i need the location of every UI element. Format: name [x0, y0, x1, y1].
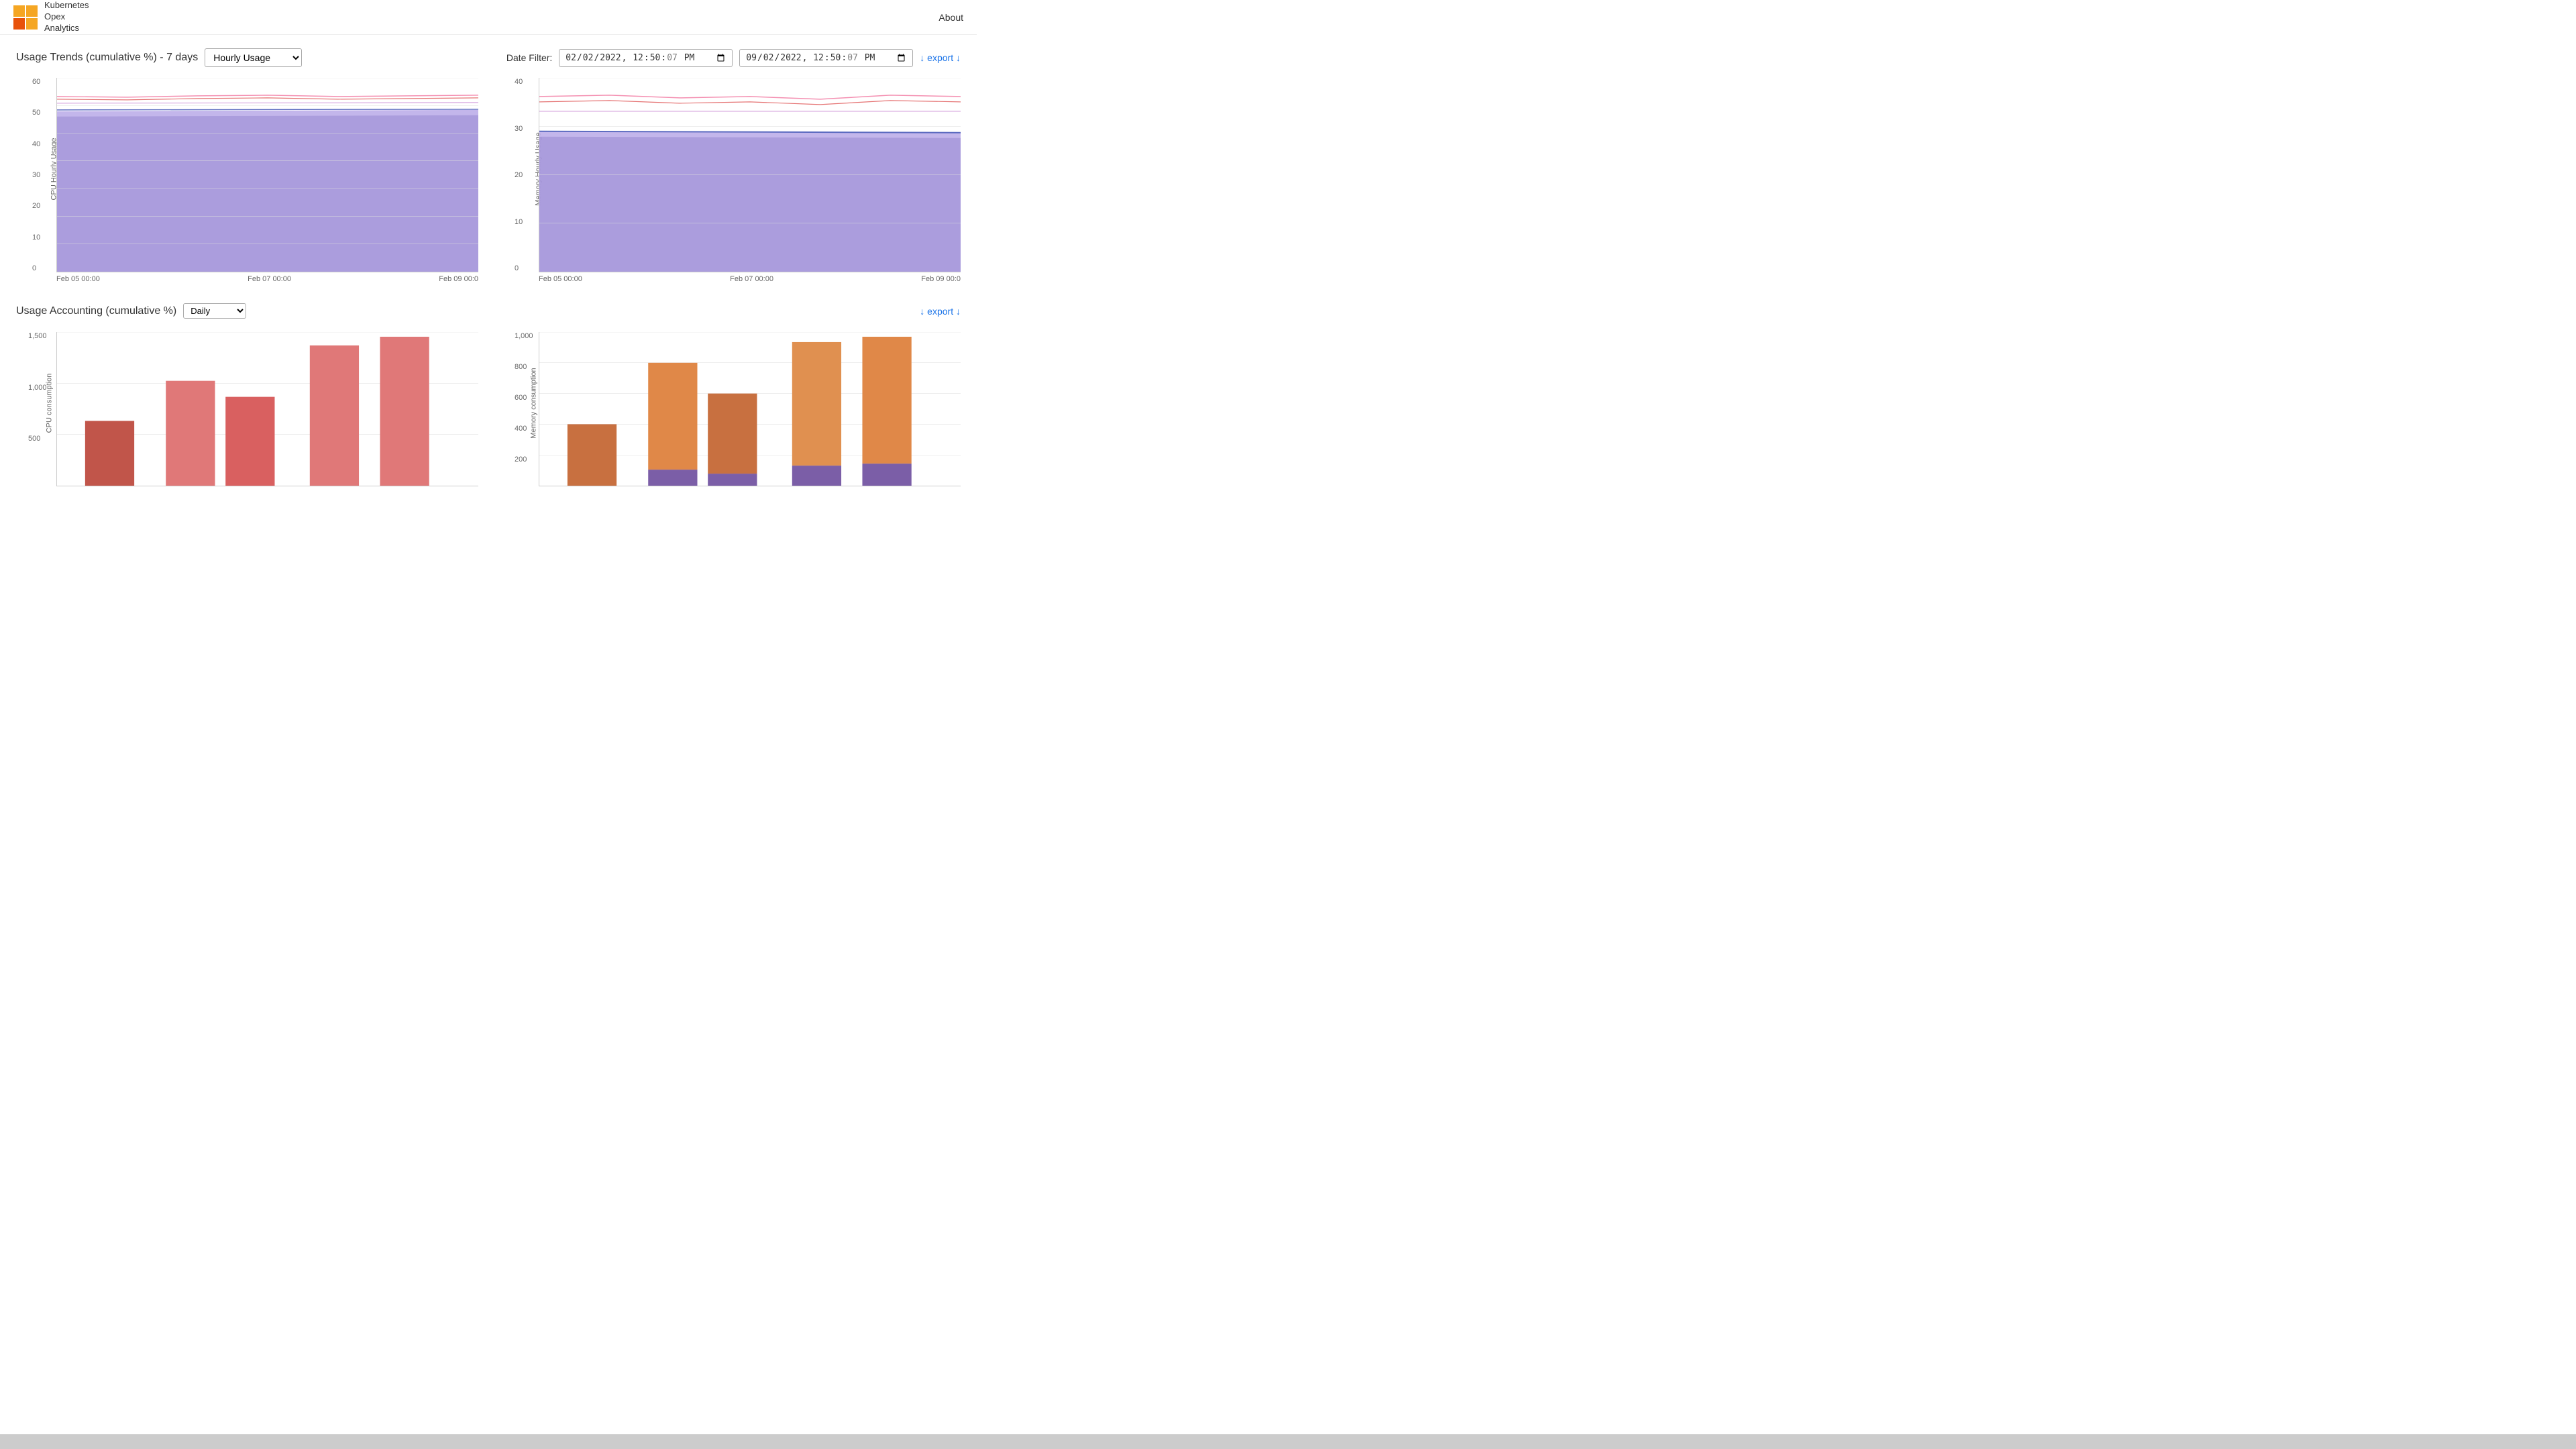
cpu-bar-chart-container: CPU consumption 1,500 1,000 500: [56, 332, 478, 486]
logo-icon: [13, 5, 38, 30]
mem-y-tick-20: 20: [515, 171, 523, 179]
cpu-chart-svg: [57, 78, 478, 272]
section1-export-link[interactable]: ↓ export ↓: [920, 52, 961, 63]
cpu-chart-area: [56, 78, 478, 272]
memory-chart-area: [539, 78, 961, 272]
y-tick-10: 10: [32, 233, 40, 241]
mem-y-tick-40: 40: [515, 78, 523, 86]
cpu-chart-container: CPU Hourly Usage 60 50 40 30 20 10 0: [56, 78, 478, 283]
usage-type-dropdown[interactable]: Hourly Usage Daily Usage Weekly Usage: [205, 48, 302, 67]
about-link[interactable]: About: [938, 12, 963, 23]
y-tick-50: 50: [32, 109, 40, 117]
date-to-input[interactable]: [739, 49, 913, 67]
mem-bar-y-tick-800: 800: [515, 363, 533, 371]
mem-y-tick-0: 0: [515, 264, 523, 272]
section1-title-row: Usage Trends (cumulative %) - 7 days Hou…: [16, 48, 302, 67]
y-tick-30: 30: [32, 171, 40, 179]
cpu-x-tick-2: Feb 07 00:00: [248, 275, 291, 283]
mem-bar-y-tick-200: 200: [515, 455, 533, 464]
mem-x-tick-1: Feb 05 00:00: [539, 275, 582, 283]
mem-x-tick-2: Feb 07 00:00: [730, 275, 773, 283]
cpu-bar-y-tick-500: 500: [28, 435, 47, 443]
app-header: Kubernetes Opex Analytics About: [0, 0, 977, 35]
mem-y-tick-30: 30: [515, 125, 523, 133]
y-tick-20: 20: [32, 202, 40, 210]
section2-export-link[interactable]: ↓ export ↓: [920, 306, 961, 317]
logo-text: Kubernetes Opex Analytics: [44, 0, 89, 34]
trend-charts-row: CPU Hourly Usage 60 50 40 30 20 10 0: [16, 78, 961, 283]
mem-bar-y-tick-400: 400: [515, 425, 533, 433]
main-content: Usage Trends (cumulative %) - 7 days Hou…: [0, 35, 977, 500]
mem-x-tick-3: Feb 09 00:0: [921, 275, 961, 283]
y-tick-60: 60: [32, 78, 40, 86]
bar-charts-row: CPU consumption 1,500 1,000 500: [16, 332, 961, 486]
date-filter-row: Date Filter: ↓ export ↓: [506, 49, 961, 67]
memory-bar-chart-container: Memory consumption 1,000 800 600 400 200: [539, 332, 961, 486]
date-from-input[interactable]: [559, 49, 733, 67]
y-tick-40: 40: [32, 140, 40, 148]
y-tick-0: 0: [32, 264, 40, 272]
date-filter-label: Date Filter:: [506, 52, 552, 63]
cpu-bar-y-tick-1500: 1,500: [28, 332, 47, 340]
memory-bar-chart-svg: [539, 332, 961, 486]
section2-header: Usage Accounting (cumulative %) Daily We…: [16, 303, 961, 319]
section2-title-row: Usage Accounting (cumulative %) Daily We…: [16, 303, 246, 319]
memory-chart-container: Memory Hourly Usage 40 30 20 10 0: [539, 78, 961, 283]
logo: Kubernetes Opex Analytics: [13, 0, 89, 34]
cpu-bar-chart-area: [56, 332, 478, 486]
cpu-bar-y-tick-1000: 1,000: [28, 384, 47, 392]
cpu-x-tick-1: Feb 05 00:00: [56, 275, 100, 283]
memory-bar-chart-area: [539, 332, 961, 486]
section1-title: Usage Trends (cumulative %) - 7 days: [16, 52, 198, 64]
section1-header: Usage Trends (cumulative %) - 7 days Hou…: [16, 48, 961, 67]
cpu-x-tick-3: Feb 09 00:0: [439, 275, 478, 283]
section2-title: Usage Accounting (cumulative %): [16, 305, 176, 317]
cpu-bar-chart-svg: [57, 332, 478, 486]
mem-bar-y-tick-1000: 1,000: [515, 332, 533, 340]
mem-bar-y-tick-600: 600: [515, 394, 533, 402]
status-bar: [0, 1434, 2576, 1449]
memory-chart-svg: [539, 78, 961, 272]
mem-y-tick-10: 10: [515, 218, 523, 226]
accounting-period-dropdown[interactable]: Daily Weekly Monthly: [183, 303, 246, 319]
